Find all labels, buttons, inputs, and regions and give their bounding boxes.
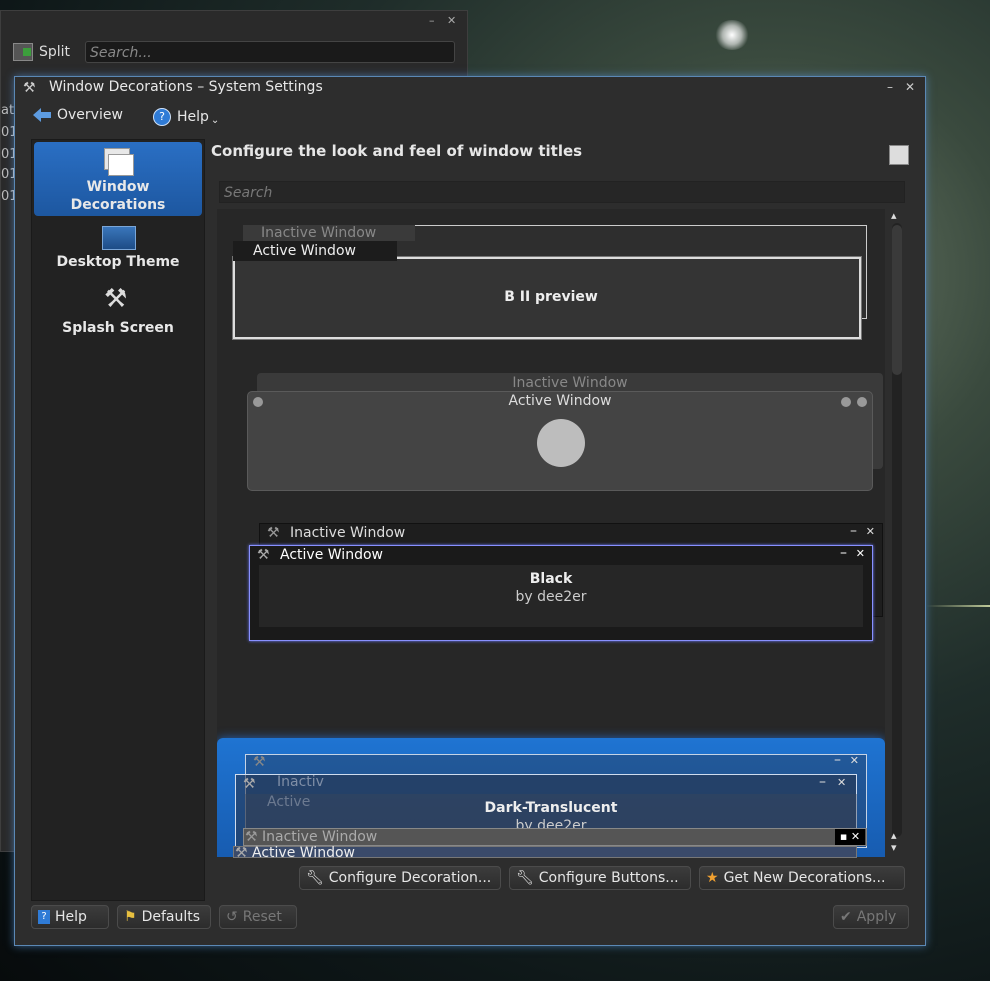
decoration-name: Dark-Translucent	[484, 800, 618, 816]
close-icon[interactable]: ✕	[905, 80, 915, 94]
scrollbar-thumb[interactable]	[892, 225, 902, 375]
chevron-down-icon: ⌄	[210, 115, 220, 126]
configure-decoration-button[interactable]: 🔧︎ Configure Decoration...	[299, 866, 501, 890]
side-fragment: at	[1, 103, 15, 118]
close-icon: ✕	[849, 754, 859, 767]
reset-button[interactable]: ↺ Reset	[219, 905, 297, 929]
active-titlebar: Active Window	[508, 393, 612, 409]
minimize-icon: –	[819, 774, 826, 790]
close-icon	[857, 397, 867, 407]
decoration-name: Black	[529, 571, 573, 587]
sidebar-item-desktop-theme[interactable]: Desktop Theme	[34, 222, 202, 278]
defaults-button[interactable]: ⚑ Defaults	[117, 905, 211, 929]
configure-buttons-button[interactable]: 🔧︎ Configure Buttons...	[509, 866, 691, 890]
close-icon: ✕	[855, 547, 865, 560]
minimize-icon[interactable]: –	[429, 14, 435, 27]
close-icon: ✕	[837, 776, 847, 789]
get-new-decorations-button[interactable]: ★ Get New Decorations...	[699, 866, 905, 890]
sidebar-item-label: Splash Screen	[62, 320, 174, 336]
inactive-titlebar: Inactive Window	[512, 375, 628, 391]
wrench-icon: 🔧︎	[516, 870, 534, 886]
scroll-up-icon[interactable]: ▴	[891, 209, 897, 222]
lens-flare	[714, 20, 750, 50]
light-streak	[926, 605, 990, 607]
window-title: Window Decorations – System Settings	[49, 79, 323, 95]
sidebar-item-label: Window Decorations	[70, 179, 166, 213]
window-buttons-icon: ▪ ✕	[835, 829, 865, 845]
inactive-titlebar: ⚒ Inactive Window	[245, 829, 378, 845]
decoration-author: by dee2er	[515, 589, 587, 605]
split-button[interactable]: Split	[13, 43, 70, 61]
decoration-app-icon: ⚒	[257, 547, 270, 563]
background-search-input[interactable]: Search...	[85, 41, 455, 63]
wrench-icon: 🔧︎	[306, 870, 324, 886]
decoration-logo-icon	[537, 419, 585, 467]
overview-button[interactable]: Overview	[33, 107, 123, 123]
help-icon: ?	[38, 910, 50, 924]
decoration-app-icon: ⚒	[245, 829, 258, 845]
active-titlebar: Active Window	[233, 241, 397, 261]
help-label: Help	[177, 108, 209, 125]
decoration-search-input[interactable]: Search	[219, 181, 905, 203]
sidebar-item-label: Desktop Theme	[56, 254, 180, 270]
active-titlebar: ⚒ Active Window	[235, 845, 355, 858]
desktop-theme-icon	[102, 226, 136, 250]
scroll-down-icon[interactable]: ▾	[891, 841, 897, 854]
inactive-titlebar: Inactive Window	[243, 225, 415, 241]
decoration-app-icon: ⚒	[243, 776, 256, 792]
split-label: Split	[39, 44, 71, 60]
split-icon	[13, 43, 33, 61]
inactive-titlebar: ⚒ Inactive Window – ✕	[267, 523, 875, 541]
inactive-titlebar: ⚒ – ✕	[245, 752, 867, 770]
decoration-item-black[interactable]: ⚒ Inactive Window – ✕ ⚒ Active Window – …	[217, 519, 885, 643]
close-icon[interactable]: ✕	[447, 14, 456, 27]
apply-button[interactable]: ✔ Apply	[833, 905, 909, 929]
reset-icon: ↺	[226, 909, 238, 925]
decoration-item-oxygen[interactable]: Inactive Window Active Window	[217, 367, 885, 505]
decoration-item-b2[interactable]: Inactive Window Active Window B II previ…	[217, 217, 885, 357]
splash-screen-icon: ⚒	[104, 284, 128, 314]
documentation-icon[interactable]	[889, 145, 909, 165]
minimize-icon: –	[834, 752, 841, 768]
back-arrow-icon	[33, 108, 51, 122]
sidebar-item-splash-screen[interactable]: ⚒ Splash Screen	[34, 284, 202, 340]
close-icon: ✕	[865, 525, 875, 538]
minimize-icon	[841, 397, 851, 407]
decoration-app-icon: ⚒	[267, 525, 280, 541]
active-titlebar: ⚒ Active Window – ✕	[257, 545, 865, 563]
check-icon: ✔	[840, 909, 852, 925]
title-bar[interactable]: ⚒ Window Decorations – System Settings –…	[15, 77, 925, 99]
help-button[interactable]: ? Help	[31, 905, 109, 929]
help-icon: ?	[153, 107, 171, 126]
star-icon: ★	[706, 870, 719, 886]
menu-icon	[253, 397, 263, 407]
page-heading: Configure the look and feel of window ti…	[211, 142, 583, 160]
sidebar: Window Decorations Desktop Theme ⚒ Splas…	[31, 139, 205, 901]
decoration-app-icon: ⚒	[253, 754, 266, 770]
list-scrollbar[interactable]: ▴ ▴ ▾	[889, 209, 905, 857]
decoration-app-icon: ⚒	[235, 845, 248, 858]
window-decorations-icon	[104, 148, 134, 176]
system-settings-window: ⚒ Window Decorations – System Settings –…	[14, 76, 926, 946]
decoration-name: B II preview	[504, 289, 598, 305]
minimize-icon: –	[840, 545, 847, 561]
tools-icon: ⚒	[23, 80, 36, 96]
defaults-icon: ⚑	[124, 909, 137, 925]
decoration-list: Inactive Window Active Window B II previ…	[217, 209, 885, 857]
help-menu-button[interactable]: ? Help ⌄	[153, 107, 219, 126]
minimize-icon[interactable]: –	[887, 80, 893, 94]
minimize-icon: –	[850, 523, 857, 539]
sidebar-item-window-decorations[interactable]: Window Decorations	[34, 142, 202, 216]
overview-label: Overview	[57, 107, 123, 123]
inactive-titlebar-text: Inactiv	[277, 774, 324, 790]
